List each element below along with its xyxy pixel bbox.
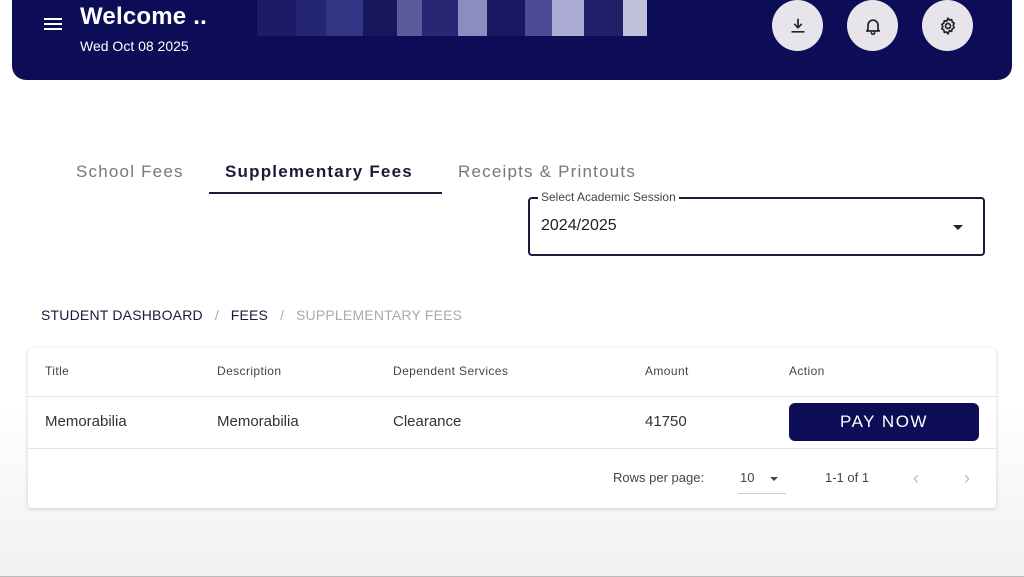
- cell-description: Memorabilia: [217, 413, 299, 430]
- redaction-pixel: [422, 0, 458, 36]
- menu-icon[interactable]: [44, 16, 64, 32]
- bell-icon: [865, 18, 880, 35]
- breadcrumb-separator: /: [214, 307, 219, 323]
- caret-down-icon: [953, 225, 963, 230]
- redaction-pixel: [552, 0, 584, 36]
- row-divider: [28, 448, 996, 449]
- redaction-pixel: [363, 0, 397, 36]
- rows-per-page-label: Rows per page:: [613, 470, 705, 485]
- breadcrumb-student-dashboard[interactable]: STUDENT DASHBOARD: [41, 307, 203, 323]
- session-select-label: Select Academic Session: [538, 190, 679, 204]
- tab-receipts-printouts[interactable]: Receipts & Printouts: [442, 156, 652, 194]
- redaction-pixel: [524, 0, 553, 36]
- redacted-username: [257, 0, 647, 36]
- rows-per-page-select[interactable]: 10: [738, 466, 786, 494]
- column-header-amount: Amount: [645, 364, 689, 378]
- redaction-pixel: [396, 0, 423, 36]
- redaction-pixel: [296, 0, 326, 36]
- pay-now-button[interactable]: PAY NOW: [789, 403, 979, 441]
- caret-down-icon: [770, 477, 778, 481]
- current-date: Wed Oct 08 2025: [80, 38, 189, 54]
- settings-button[interactable]: [922, 0, 973, 51]
- session-select-value: 2024/2025: [541, 217, 617, 234]
- rows-per-page-value: 10: [740, 470, 755, 485]
- chevron-left-icon[interactable]: ‹: [906, 468, 926, 488]
- breadcrumb-separator: /: [280, 307, 284, 323]
- redaction-pixel: [325, 0, 364, 36]
- tab-school-fees[interactable]: School Fees: [60, 156, 209, 194]
- cell-dependent-services: Clearance: [393, 413, 462, 430]
- chevron-right-icon[interactable]: ›: [957, 468, 977, 488]
- tab-supplementary-fees[interactable]: Supplementary Fees: [209, 156, 442, 194]
- top-header: Welcome .. Wed Oct 08 2025: [12, 0, 1012, 80]
- breadcrumb-fees[interactable]: FEES: [231, 307, 268, 323]
- cell-amount: 41750: [645, 413, 687, 430]
- download-button[interactable]: [772, 0, 823, 51]
- redaction-pixel: [257, 0, 297, 36]
- fees-table-card: Title Description Dependent Services Amo…: [28, 348, 996, 508]
- academic-session-select[interactable]: Select Academic Session 2024/2025: [528, 190, 985, 256]
- column-header-action: Action: [789, 364, 825, 378]
- pagination-range: 1-1 of 1: [825, 470, 870, 485]
- notifications-button[interactable]: [847, 0, 898, 51]
- row-divider: [28, 396, 996, 397]
- cell-title: Memorabilia: [45, 413, 127, 430]
- gear-icon: [940, 16, 955, 35]
- column-header-title: Title: [45, 364, 70, 378]
- breadcrumb-current: SUPPLEMENTARY FEES: [296, 307, 463, 323]
- redaction-pixel: [583, 0, 624, 36]
- redaction-pixel: [487, 0, 525, 36]
- welcome-text: Welcome ..: [80, 3, 207, 30]
- redaction-pixel: [457, 0, 488, 36]
- fee-tabs: School Fees Supplementary Fees Receipts …: [60, 156, 652, 194]
- download-icon: [790, 18, 805, 33]
- column-header-dependent-services: Dependent Services: [393, 364, 509, 378]
- redaction-pixel: [623, 0, 647, 36]
- breadcrumb: STUDENT DASHBOARD / FEES / SUPPLEMENTARY…: [41, 307, 462, 323]
- column-header-description: Description: [217, 364, 282, 378]
